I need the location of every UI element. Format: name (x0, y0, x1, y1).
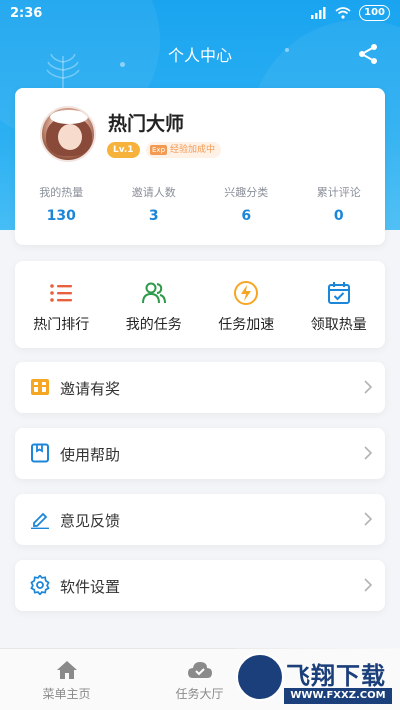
stat-heat[interactable]: 我的热量 130 (15, 184, 108, 224)
battery-indicator: 100 (359, 5, 390, 21)
stat-label: 邀请人数 (131, 186, 176, 199)
quick-action-claim-heat[interactable]: 领取热量 (293, 261, 386, 348)
stats-row: 我的热量 130 邀请人数 3 兴趣分类 6 累计评论 0 (15, 184, 385, 224)
list-icon (50, 284, 73, 302)
chevron-right-icon (364, 380, 373, 394)
quick-action-label: 我的任务 (125, 317, 182, 333)
watermark-url: WWW.FXXZ.COM (284, 688, 392, 704)
stat-label: 我的热量 (39, 186, 84, 199)
gift-icon (31, 379, 49, 395)
gear-icon (30, 575, 50, 595)
menu-label: 邀请有奖 (60, 380, 121, 398)
profile-card: 热门大师 Lv.1 Exp 经验加成中 我的热量 130 邀请人数 3 兴趣分类… (15, 88, 385, 245)
avatar[interactable] (40, 106, 96, 162)
edit-icon (31, 512, 49, 529)
home-icon (56, 661, 77, 679)
stat-value: 3 (148, 208, 159, 224)
stat-invites[interactable]: 邀请人数 3 (108, 184, 201, 224)
status-bar: 2:36 100 (0, 0, 400, 28)
wifi-icon (335, 7, 351, 19)
book-icon (31, 443, 49, 463)
tab-label: 菜单主页 (42, 687, 91, 701)
quick-action-my-tasks[interactable]: 我的任务 (108, 261, 201, 348)
stat-label: 兴趣分类 (224, 186, 269, 199)
menu-item-invite-reward[interactable]: 邀请有奖 (15, 362, 385, 413)
username: 热门大师 (108, 113, 185, 135)
menu-item-feedback[interactable]: 意见反馈 (15, 494, 385, 545)
stat-label: 累计评论 (316, 186, 361, 199)
stat-value: 130 (46, 208, 76, 224)
stat-categories[interactable]: 兴趣分类 6 (200, 184, 293, 224)
watermark-text: 飞翔下载 (286, 662, 386, 690)
menu-item-help[interactable]: 使用帮助 (15, 428, 385, 479)
quick-actions-card: 热门排行 我的任务 任务加速 领取热量 (15, 261, 385, 348)
chevron-right-icon (364, 446, 373, 460)
signal-icon (311, 7, 326, 19)
quick-action-task-boost[interactable]: 任务加速 (200, 261, 293, 348)
quick-action-hot-rank[interactable]: 热门排行 (15, 261, 108, 348)
quick-action-label: 热门排行 (33, 317, 90, 333)
boost-icon: Exp (150, 145, 168, 155)
level-badge: Lv.1 (107, 142, 140, 158)
chevron-right-icon (364, 578, 373, 592)
cloud-icon (187, 662, 212, 678)
lightning-icon (234, 281, 259, 305)
chevron-right-icon (364, 512, 373, 526)
menu-label: 使用帮助 (60, 446, 121, 464)
page-title: 个人中心 (167, 46, 232, 65)
menu-label: 软件设置 (60, 578, 121, 596)
stat-value: 0 (333, 208, 344, 224)
exp-boost-badge: Exp 经验加成中 (146, 142, 222, 158)
share-icon[interactable] (356, 42, 380, 66)
users-icon (141, 282, 166, 304)
calendar-check-icon (327, 282, 350, 304)
stat-value: 6 (241, 208, 252, 224)
stat-comments[interactable]: 累计评论 0 (293, 184, 386, 224)
tab-home[interactable]: 菜单主页 (0, 649, 133, 710)
watermark-logo (236, 653, 284, 701)
boost-label: 经验加成中 (170, 145, 216, 155)
quick-action-label: 任务加速 (218, 317, 275, 333)
quick-action-label: 领取热量 (310, 317, 367, 333)
menu-item-settings[interactable]: 软件设置 (15, 560, 385, 611)
status-time: 2:36 (10, 6, 43, 21)
menu-label: 意见反馈 (60, 512, 121, 530)
